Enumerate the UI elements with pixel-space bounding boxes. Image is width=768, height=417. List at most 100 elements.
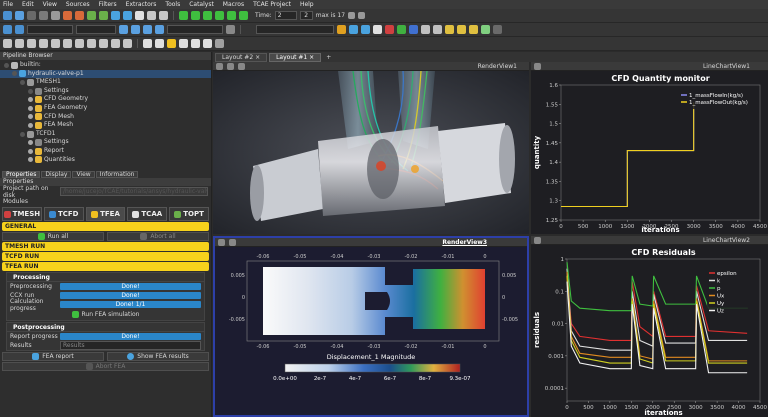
abort-fea-button[interactable]: Abort FEA — [2, 362, 209, 371]
interactive-select-icon[interactable] — [481, 25, 490, 34]
eye-icon[interactable] — [28, 140, 33, 146]
pipeline-item[interactable]: TMESH1 — [0, 78, 211, 87]
capture-icon[interactable] — [238, 62, 245, 70]
tcae-cfd-icon[interactable] — [155, 39, 164, 48]
previous-frame-icon[interactable] — [191, 11, 200, 20]
streamline-icon[interactable] — [87, 39, 96, 48]
open-icon[interactable] — [3, 11, 12, 20]
pipeline-item[interactable]: FEA Mesh — [0, 121, 211, 130]
first-frame-icon[interactable] — [179, 11, 188, 20]
tcae-mesh-icon[interactable] — [143, 39, 152, 48]
menu-sources[interactable]: Sources — [66, 1, 90, 8]
tcae-report-icon[interactable] — [203, 39, 212, 48]
lock-icon[interactable] — [358, 12, 366, 19]
select-cells-icon[interactable] — [445, 25, 454, 34]
project-path-field[interactable]: /home/jucejo/TCAE/tutorials/ansys/hydrau… — [60, 187, 208, 196]
split-icon[interactable] — [218, 238, 225, 246]
next-frame-icon[interactable] — [215, 11, 224, 20]
eye-icon[interactable] — [28, 148, 33, 154]
menu-macros[interactable]: Macros — [223, 1, 244, 8]
render-view-3[interactable]: RenderView3 -0.06 -0.05 -0.04 -0.03 -0.0… — [213, 236, 529, 417]
menu-edit[interactable]: Edit — [22, 1, 34, 8]
warp-icon[interactable] — [99, 39, 108, 48]
pipeline-item[interactable]: Quantities — [0, 156, 211, 165]
eye-icon[interactable] — [28, 122, 33, 128]
module-tab-topt[interactable]: TOPT — [169, 207, 209, 221]
reset-session-icon[interactable] — [135, 11, 144, 20]
menu-tools[interactable]: Tools — [165, 1, 180, 8]
component-select[interactable] — [76, 25, 116, 34]
toggle-icon[interactable] — [226, 25, 235, 34]
pipeline-item[interactable]: Settings — [0, 87, 211, 96]
eye-icon[interactable] — [28, 157, 33, 163]
save-icon[interactable] — [15, 11, 24, 20]
tcae-fea-icon[interactable] — [167, 39, 176, 48]
tcae-caa-icon[interactable] — [179, 39, 188, 48]
results-select[interactable]: Results — [60, 341, 201, 350]
rotate-ccw-icon[interactable] — [433, 25, 442, 34]
line-chart-view-1[interactable]: LineChartView1 CFD Quantity monitor 0 500 1… — [531, 62, 768, 234]
camera-icon[interactable] — [229, 238, 236, 246]
rescale-custom-icon[interactable] — [131, 25, 140, 34]
pipeline-item[interactable]: FEA Geometry — [0, 104, 211, 113]
slice-icon[interactable] — [39, 39, 48, 48]
show-fea-results-button[interactable]: Show FEA results — [107, 352, 209, 361]
camera-redo-icon[interactable] — [99, 11, 108, 20]
eye-icon[interactable] — [28, 114, 33, 120]
eye-icon[interactable] — [20, 79, 25, 85]
line-chart-view-2[interactable]: LineChartView2 CFD Residuals 0 500 1000 1500… — [531, 236, 768, 417]
eye-icon[interactable] — [20, 131, 25, 137]
python-icon[interactable] — [159, 11, 168, 20]
settings-icon[interactable] — [534, 62, 541, 70]
split-icon[interactable] — [216, 62, 223, 70]
menu-tcae-project[interactable]: TCAE Project — [253, 1, 291, 8]
settings-icon[interactable] — [534, 236, 541, 244]
pipeline-item[interactable]: hydraulic-valve-p1 — [0, 69, 211, 79]
add-layout-tab[interactable]: + — [323, 54, 334, 61]
undo-icon[interactable] — [63, 11, 72, 20]
abort-all-button[interactable]: Abort all — [107, 232, 209, 241]
spreadsheet-icon[interactable] — [123, 11, 132, 20]
interact-icon[interactable] — [373, 25, 382, 34]
menu-file[interactable]: File — [3, 1, 13, 8]
processing-header[interactable]: Processing — [7, 273, 204, 282]
find-data-icon[interactable] — [111, 11, 120, 20]
tcae-opt-icon[interactable] — [191, 39, 200, 48]
general-section[interactable]: GENERAL — [2, 222, 209, 231]
select-points-icon[interactable] — [457, 25, 466, 34]
menu-catalyst[interactable]: Catalyst — [189, 1, 214, 8]
coloring-select[interactable] — [27, 25, 73, 34]
module-tab-tcfd[interactable]: TCFD — [43, 207, 84, 221]
clip-icon[interactable] — [27, 39, 36, 48]
settings-icon[interactable] — [147, 11, 156, 20]
pipeline-item[interactable]: TCFD1 — [0, 130, 211, 139]
last-frame-icon[interactable] — [227, 11, 236, 20]
view-select[interactable] — [256, 25, 334, 34]
menu-view[interactable]: View — [43, 1, 57, 8]
tab-information[interactable]: Information — [95, 171, 139, 178]
menu-extractors[interactable]: Extractors — [126, 1, 157, 8]
rescale-icon[interactable] — [119, 25, 128, 34]
calculator-icon[interactable] — [3, 39, 12, 48]
pipeline-item[interactable]: CFD Mesh — [0, 113, 211, 122]
clear-selection-icon[interactable] — [493, 25, 502, 34]
menu-help[interactable]: Help — [300, 1, 314, 8]
eye-icon[interactable] — [4, 62, 9, 68]
play-icon[interactable] — [203, 11, 212, 20]
tab-properties[interactable]: Properties — [2, 171, 41, 178]
postprocessing-header[interactable]: Postprocessing — [7, 323, 204, 332]
zoom-box-icon[interactable] — [361, 25, 370, 34]
module-tab-tfea[interactable]: TFEA — [85, 207, 126, 221]
rescale-visible-icon[interactable] — [155, 25, 164, 34]
color-legend-icon[interactable] — [3, 25, 12, 34]
menu-filters[interactable]: Filters — [99, 1, 117, 8]
connect-icon[interactable] — [27, 11, 36, 20]
time-index-input[interactable]: 2 — [299, 11, 313, 20]
zoom-data-icon[interactable] — [349, 25, 358, 34]
fea-report-button[interactable]: FEA report — [2, 352, 104, 361]
tab-layout-1[interactable]: Layout #1 × — [269, 52, 322, 62]
color-map-editor-icon[interactable] — [15, 25, 24, 34]
reset-camera-icon[interactable] — [337, 25, 346, 34]
group-icon[interactable] — [111, 39, 120, 48]
rotate-icon[interactable] — [421, 25, 430, 34]
